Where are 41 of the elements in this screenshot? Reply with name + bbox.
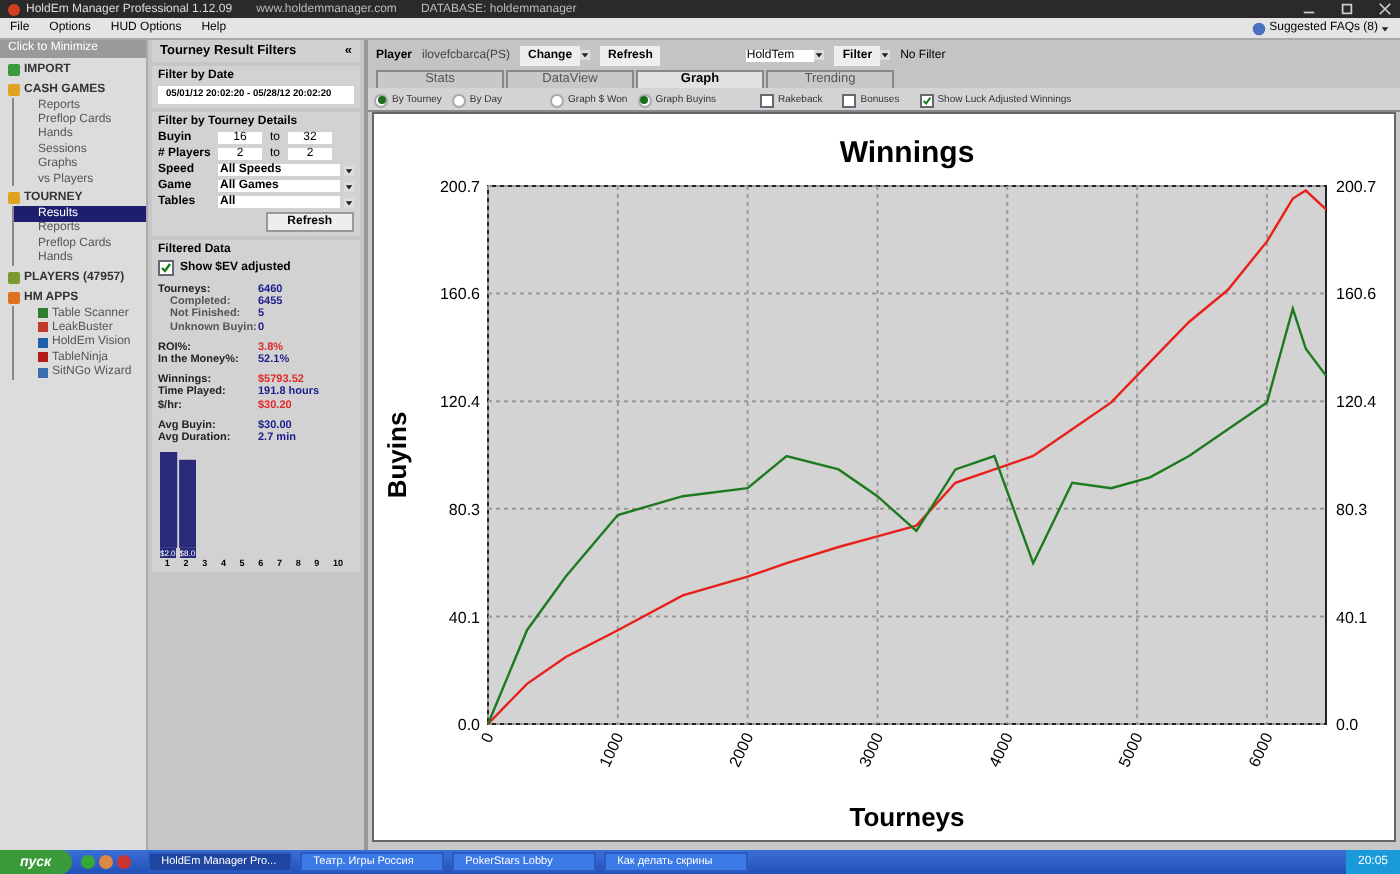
checkbox[interactable] [158,260,174,276]
dropdown-icon[interactable] [344,197,354,207]
radio-button[interactable] [637,93,652,107]
dropdown-icon[interactable] [814,50,825,60]
y-tick-label: 120.4 [1336,393,1377,412]
chart-title: Winnings [839,136,975,170]
y-tick-label: 40.1 [448,608,480,627]
checkbox[interactable] [760,93,774,107]
x-tick-label: 0 [477,730,498,746]
logo-icon [8,3,20,15]
y-tick-label: 120.4 [439,393,480,412]
checkbox[interactable] [919,93,934,107]
y-tick-label: 80.3 [448,500,480,519]
x-tick-label: 6000 [1245,730,1277,770]
close-icon[interactable] [1378,2,1392,16]
x-axis-title: Tourneys [849,802,965,832]
maximize-icon[interactable] [1340,2,1354,16]
radio-button[interactable] [374,93,388,107]
y-tick-label: 160.6 [1336,285,1377,304]
dropdown-icon[interactable] [880,50,891,60]
radio-button[interactable] [550,93,565,107]
radio-button[interactable] [451,93,466,107]
y-tick-label: 200.7 [439,178,480,196]
dropdown-icon[interactable] [1380,23,1390,33]
y-tick-label: 40.1 [1336,608,1368,627]
x-tick-label: 3000 [855,730,888,770]
dropdown-icon[interactable] [344,181,354,191]
y-axis-title: Buyins [382,411,412,499]
y-tick-label: 160.6 [439,285,480,304]
y-tick-label: 0.0 [1336,716,1359,734]
x-tick-label: 4000 [985,730,1017,770]
section-icon [8,192,20,205]
x-tick-label: 2000 [725,730,758,770]
x-tick-label: 1000 [596,730,628,770]
y-tick-label: 200.7 [1336,178,1377,196]
dropdown-icon[interactable] [344,165,354,175]
checkbox[interactable] [842,93,857,107]
y-tick-label: 80.3 [1336,500,1368,519]
x-tick-label: 5000 [1115,730,1147,770]
dropdown-icon[interactable] [580,50,591,60]
y-tick-label: 0.0 [457,716,480,734]
